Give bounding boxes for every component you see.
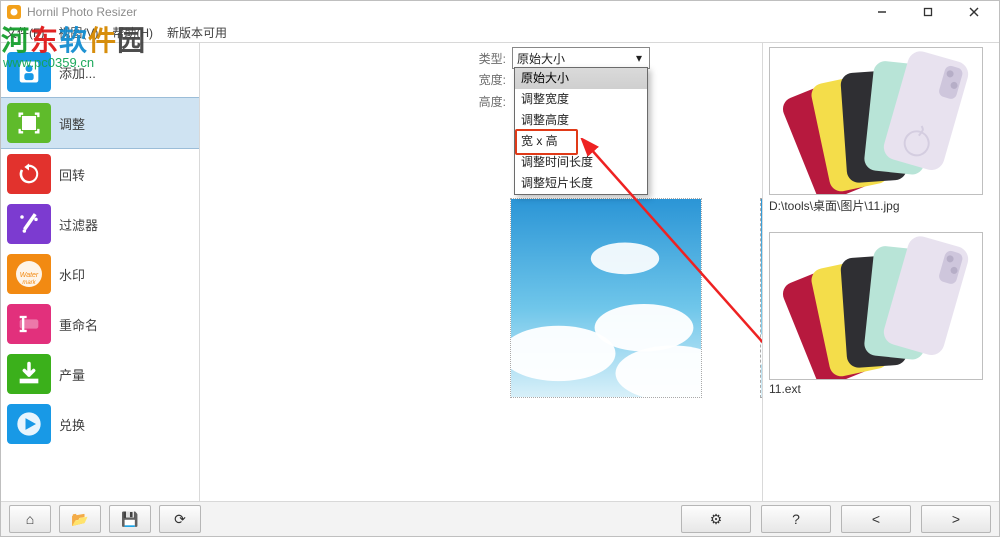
preview-after [760, 198, 762, 398]
right-panel: D:\tools\桌面\图片\11.jpg 11.ext [762, 43, 999, 501]
sidebar-item-watermark[interactable]: Watermark 水印 [1, 249, 199, 299]
maximize-button[interactable] [905, 1, 951, 23]
title-bar: Hornil Photo Resizer [1, 1, 999, 23]
home-button[interactable]: ⌂ [9, 505, 51, 533]
sidebar-item-add-photo[interactable]: 添加... [1, 47, 199, 97]
dropdown-option[interactable]: 宽 x 高 [515, 131, 647, 152]
sidebar-item-rename[interactable]: 重命名 [1, 299, 199, 349]
menu-bar: 文件(F) 视图(V) 帮助(H) 新版本可用 [1, 23, 999, 42]
preview-before [510, 198, 702, 398]
sidebar-item-label: 过滤器 [59, 215, 98, 234]
menu-view[interactable]: 视图(V) [58, 24, 98, 41]
wand-icon [7, 204, 51, 244]
save-icon: 💾 [121, 511, 138, 528]
sidebar-item-label: 调整 [59, 114, 85, 133]
bottom-toolbar: ⌂ 📂 💾 ⟳ ⚙ ? < > [1, 502, 999, 536]
dropdown-option[interactable]: 调整高度 [515, 110, 647, 131]
output-path: 11.ext [769, 382, 993, 396]
home-icon: ⌂ [26, 511, 34, 527]
svg-text:Water: Water [20, 272, 39, 279]
sidebar-item-wand[interactable]: 过滤器 [1, 199, 199, 249]
preview-original[interactable] [769, 47, 983, 195]
next-button[interactable]: > [921, 505, 991, 533]
svg-text:mark: mark [22, 280, 36, 286]
preview-output[interactable] [769, 232, 983, 380]
minimize-button[interactable] [859, 1, 905, 23]
menu-file[interactable]: 文件(F) [5, 24, 44, 41]
sidebar-item-label: 添加... [59, 63, 96, 82]
folder-icon: 📂 [71, 511, 88, 528]
type-dropdown: 原始大小调整宽度调整高度宽 x 高调整时间长度调整短片长度 [514, 67, 648, 195]
menu-help[interactable]: 帮助(H) [112, 24, 153, 41]
add-photo-icon [7, 52, 51, 92]
output-icon [7, 354, 51, 394]
prev-button[interactable]: < [841, 505, 911, 533]
gear-icon: ⚙ [710, 511, 723, 528]
chevron-down-icon: ▾ [631, 50, 647, 66]
chevron-left-icon: < [872, 511, 880, 527]
help-icon: ? [792, 511, 800, 527]
sidebar-item-label: 重命名 [59, 315, 98, 334]
sidebar-item-label: 兑换 [59, 415, 85, 434]
type-value: 原始大小 [517, 50, 565, 67]
refresh-button[interactable]: ⟳ [159, 505, 201, 533]
sidebar-item-rotate[interactable]: 回转 [1, 149, 199, 199]
sidebar-item-label: 产量 [59, 365, 85, 384]
menu-newversion[interactable]: 新版本可用 [167, 24, 227, 41]
dropdown-option[interactable]: 原始大小 [515, 68, 647, 89]
sidebar-item-label: 水印 [59, 265, 85, 284]
rename-icon [7, 304, 51, 344]
resize-icon [7, 103, 51, 143]
sidebar-item-label: 回转 [59, 165, 85, 184]
type-combobox[interactable]: 原始大小 ▾ [512, 47, 650, 69]
help-button[interactable]: ? [761, 505, 831, 533]
open-button[interactable]: 📂 [59, 505, 101, 533]
dropdown-option[interactable]: 调整短片长度 [515, 173, 647, 194]
window-title: Hornil Photo Resizer [27, 5, 137, 19]
settings-button[interactable]: ⚙ [681, 505, 751, 533]
type-label: 类型: [462, 50, 506, 67]
sidebar-item-output[interactable]: 产量 [1, 349, 199, 399]
chevron-right-icon: > [952, 511, 960, 527]
sidebar: 添加... 调整回转过滤器 Watermark 水印重命名产量兑换 [1, 43, 200, 501]
convert-icon [7, 404, 51, 444]
width-label: 宽度: [462, 71, 506, 88]
dropdown-option[interactable]: 调整宽度 [515, 89, 647, 110]
content-area: 类型: 原始大小 ▾ 宽度: 高度: 原始大小调整宽度调整高度宽 x 高调整时间… [200, 43, 762, 501]
original-path: D:\tools\桌面\图片\11.jpg [769, 197, 993, 214]
sidebar-item-resize[interactable]: 调整 [1, 97, 199, 149]
watermark-icon: Watermark [7, 254, 51, 294]
height-label: 高度: [462, 93, 506, 110]
close-button[interactable] [951, 1, 997, 23]
dropdown-option[interactable]: 调整时间长度 [515, 152, 647, 173]
sidebar-item-convert[interactable]: 兑换 [1, 399, 199, 449]
save-button[interactable]: 💾 [109, 505, 151, 533]
rotate-icon [7, 154, 51, 194]
app-icon [7, 5, 21, 19]
refresh-icon: ⟳ [174, 511, 186, 528]
